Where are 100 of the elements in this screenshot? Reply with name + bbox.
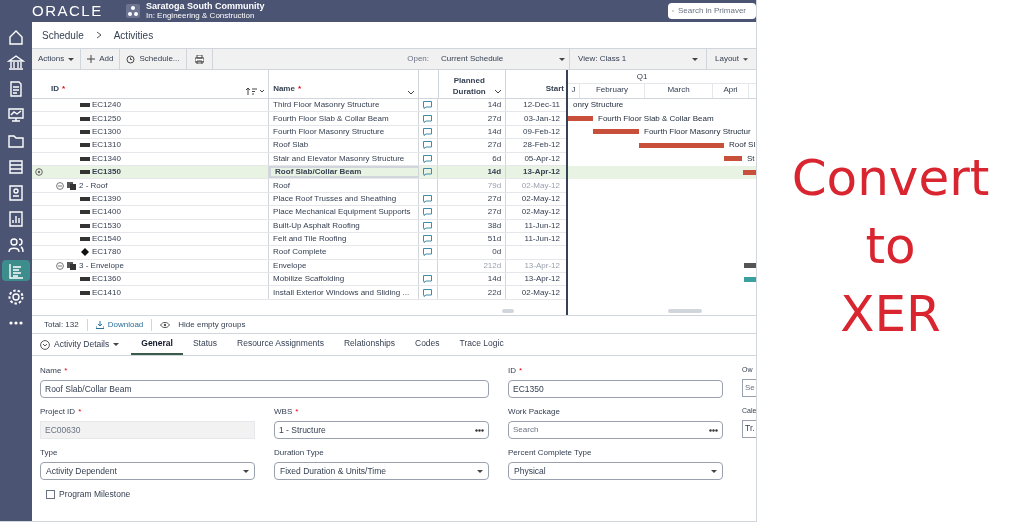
table-cell: 14d: [487, 273, 502, 286]
open-dropdown[interactable]: Current Schedule: [437, 49, 569, 69]
column-header[interactable]: Planned Duration: [447, 75, 492, 97]
column-header[interactable]: Name: [273, 83, 295, 95]
bank-icon: [7, 53, 25, 72]
required-mark: *: [295, 406, 299, 418]
table-cell: 27d: [487, 206, 502, 219]
comment-icon[interactable]: [423, 235, 433, 244]
column-header[interactable]: ID: [51, 83, 59, 95]
comment-icon[interactable]: [423, 288, 433, 297]
table-row[interactable]: EC1540 Felt and Tile Roofing 51d 11-Jun-12: [32, 232, 566, 247]
comment-icon[interactable]: [423, 221, 433, 230]
tab[interactable]: General: [131, 334, 183, 355]
comment-icon[interactable]: [423, 248, 433, 257]
comment-icon[interactable]: [423, 154, 433, 163]
comment-icon[interactable]: [423, 275, 433, 284]
checkbox-label[interactable]: Program Milestone: [59, 488, 131, 501]
month-label: Apri: [713, 84, 749, 98]
table-cell: EC1240: [92, 99, 121, 112]
select-field[interactable]: Activity Dependent: [40, 462, 255, 480]
table-row[interactable]: EC1250 Fourth Floor Slab & Collar Beam 27d 03-Jan-12: [32, 112, 566, 126]
column-header[interactable]: Start: [545, 83, 564, 95]
table-cell: 13-Apr-12: [524, 273, 560, 286]
tab[interactable]: Status: [182, 334, 228, 355]
field-label: Duration Type: [274, 447, 324, 459]
add-button[interactable]: Add: [81, 49, 121, 69]
table-row[interactable]: EC1310 Roof Slab 27d 28-Feb-12: [32, 139, 566, 153]
sort-icon: [246, 88, 265, 95]
table-cell: 02-May-12: [521, 206, 560, 219]
caret-icon: [711, 469, 717, 473]
layout-dropdown[interactable]: Layout: [706, 49, 756, 69]
comment-icon[interactable]: [423, 114, 433, 123]
comment-icon[interactable]: [423, 141, 433, 150]
tab[interactable]: Codes: [405, 334, 450, 355]
select-field[interactable]: Physical: [508, 462, 723, 480]
settings-icon: [7, 287, 25, 306]
table-cell: 22d: [487, 286, 502, 299]
input-field[interactable]: Tr.: [742, 419, 756, 438]
download-link[interactable]: Download: [95, 318, 153, 331]
input-field[interactable]: Se: [742, 378, 756, 397]
bar-label: onry Structure: [573, 99, 624, 112]
comment-icon[interactable]: [423, 101, 433, 110]
actions-button[interactable]: Actions: [32, 49, 82, 69]
tab[interactable]: Resource Assignments: [227, 334, 334, 355]
table-row[interactable]: EC1530 Built-Up Asphalt Roofing 38d 11-Jun-12: [32, 219, 566, 233]
table-cell: EC1410: [92, 286, 121, 299]
checkbox-box[interactable]: [46, 489, 55, 499]
table-row[interactable]: EC1780 Roof Complete 0d: [32, 246, 566, 260]
field-label: Name: [40, 365, 62, 377]
sidebar-item[interactable]: [2, 260, 30, 281]
comment-icon[interactable]: [423, 208, 433, 217]
picker-field[interactable]: Search: [508, 421, 723, 439]
gantt-bar: [568, 116, 593, 122]
comment-icon[interactable]: [423, 127, 433, 136]
caret-icon: [243, 469, 249, 473]
schedule-button[interactable]: Schedule...: [120, 49, 187, 69]
breadcrumb-item[interactable]: Activities: [113, 27, 154, 43]
view-dropdown[interactable]: View: Class 1: [569, 49, 706, 69]
collapse-icon[interactable]: [56, 261, 64, 270]
search-field[interactable]: Search in Primaver: [668, 3, 756, 19]
table-cell: 02-May-12: [521, 286, 560, 299]
table-cell: EC1310: [92, 139, 121, 152]
table-row[interactable]: EC1240 Third Floor Masonry Structure 14d 12-Dec-11: [32, 99, 566, 113]
comment-icon[interactable]: [423, 194, 433, 203]
table-row[interactable]: EC1360 Mobilize Scaffolding 14d 13-Apr-12: [32, 273, 566, 287]
field-label: Percent Complete Type: [508, 447, 592, 459]
tab[interactable]: Relationships: [333, 334, 405, 355]
table-row[interactable]: 2 - Roof Roof 79d 02-May-12: [32, 179, 566, 193]
collapse-icon[interactable]: [56, 181, 64, 190]
table-cell: 03-Jan-12: [523, 112, 560, 125]
tab[interactable]: Trace Logic: [449, 334, 514, 355]
input-field[interactable]: Roof Slab/Collar Beam: [40, 380, 489, 398]
bar-label: Fourth Floor Masonry Structur: [644, 125, 751, 138]
table-cell: Third Floor Masonry Structure: [273, 99, 380, 112]
table-row[interactable]: 3 - Envelope Envelope 212d 13-Apr-12: [32, 259, 566, 274]
select-field[interactable]: Fixed Duration & Units/Time: [274, 462, 489, 480]
table-cell: 02-May-12: [521, 179, 560, 192]
table-row[interactable]: EC1390 Place Roof Trusses and Sheathing 27d 02-May-12: [32, 192, 566, 207]
hide-empty-groups-button[interactable]: Hide empty groups: [160, 318, 246, 331]
scrollbar-thumb[interactable]: [668, 309, 702, 313]
breadcrumb-item[interactable]: Schedule: [42, 27, 84, 43]
project-name[interactable]: Saratoga South Community: [146, 1, 265, 11]
oracle-logo: ORACLE: [32, 0, 104, 21]
activity-details-menu[interactable]: Activity Details: [36, 334, 124, 355]
table-cell: Built-Up Asphalt Roofing: [273, 219, 360, 232]
input-field[interactable]: EC1350: [508, 380, 723, 398]
search-input[interactable]: Search in Primaver: [678, 5, 752, 17]
quarter-label: Q1: [568, 70, 756, 84]
table-row[interactable]: EC1300 Fourth Floor Masonry Structure 14d 09-Feb-12: [32, 125, 566, 140]
table-cell: EC1780: [92, 246, 121, 259]
scrollbar-thumb[interactable]: [502, 309, 514, 313]
table-row[interactable]: EC1340 Stair and Elevator Masonry Structure 6d 05-Apr-12: [32, 152, 566, 166]
required-mark: *: [64, 365, 68, 377]
comment-icon[interactable]: [423, 168, 433, 177]
caret-icon: [692, 57, 698, 61]
table-cell: 14d: [487, 99, 502, 112]
table-row[interactable]: EC1400 Place Mechanical Equipment Supports 27d 02-May-12: [32, 206, 566, 220]
table-cell: Fourth Floor Slab & Collar Beam: [273, 112, 389, 125]
picker-field[interactable]: 1 - Structure: [274, 421, 489, 439]
table-row[interactable]: EC1410 Install Exterior Windows and Sliding ... 22d 02-May-12: [32, 286, 566, 300]
